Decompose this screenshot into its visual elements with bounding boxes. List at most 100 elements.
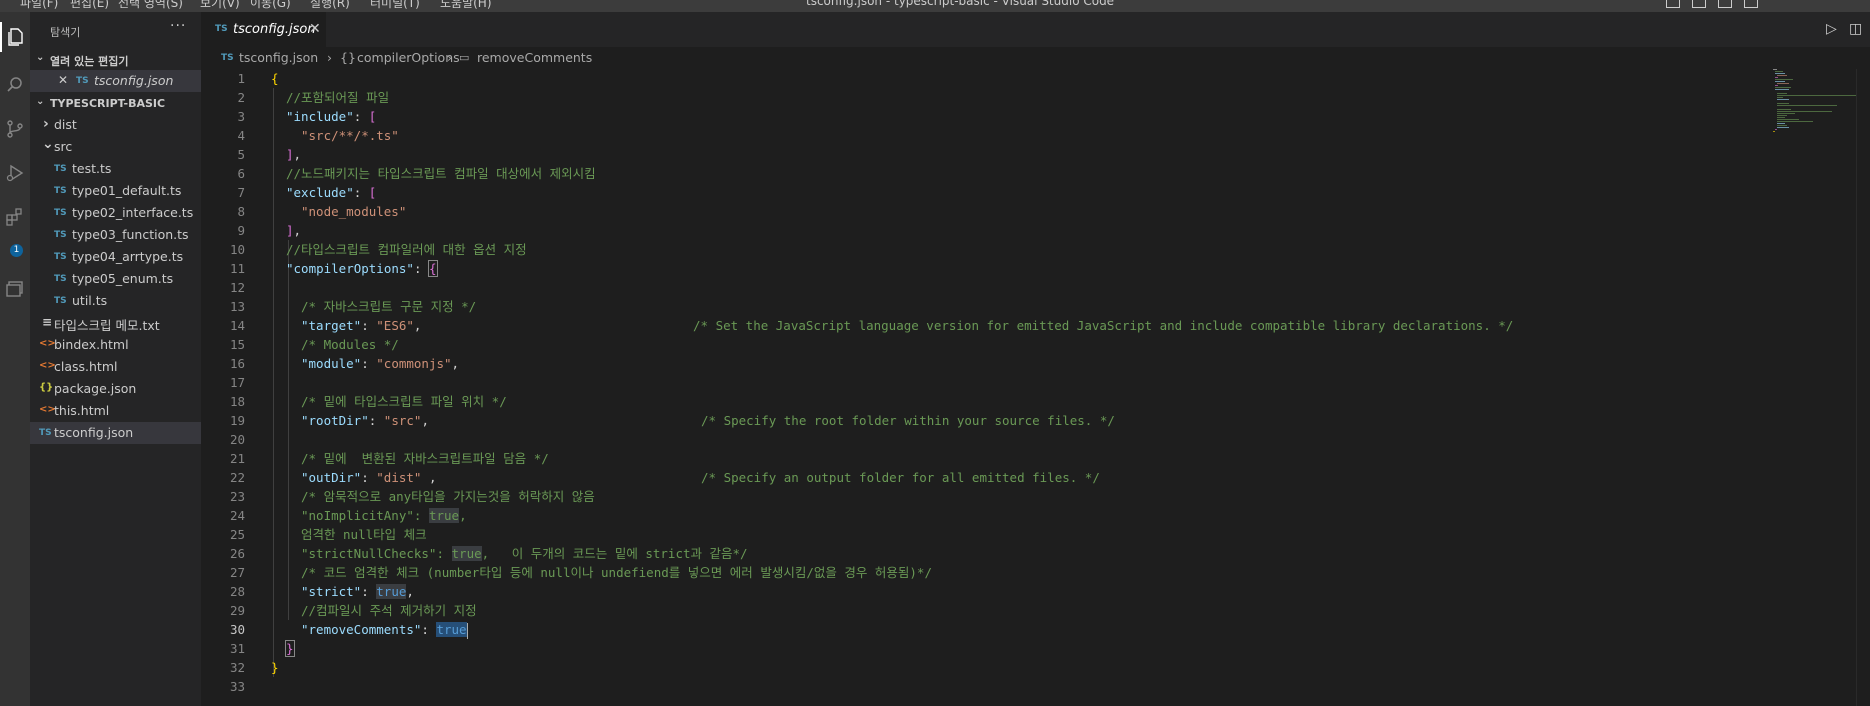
- menu-help[interactable]: 도움말(H): [440, 0, 492, 11]
- tree-folder-dist[interactable]: › dist: [30, 114, 201, 136]
- token-punct: ,: [451, 356, 460, 371]
- token-key: "rootDir": [301, 413, 369, 428]
- line-number: 33: [229, 679, 245, 694]
- split-editor-icon[interactable]: ◫: [1849, 21, 1862, 37]
- breadcrumb: TS tsconfig.json › {} compilerOptions › …: [201, 47, 1870, 69]
- search-icon[interactable]: [0, 70, 30, 100]
- chevron-right-icon: ›: [43, 116, 49, 132]
- tree-item-label: type05_enum.ts: [72, 271, 174, 286]
- line-number: 16: [229, 356, 245, 371]
- token-brace: {: [271, 71, 279, 86]
- extensions-icon[interactable]: [0, 202, 30, 232]
- run-icon[interactable]: ▷: [1826, 21, 1837, 37]
- minimap-line: [1777, 115, 1787, 116]
- tree-file-test[interactable]: TS test.ts: [30, 158, 201, 180]
- token-bracket: ]: [286, 147, 294, 162]
- menu-selection[interactable]: 선택 영역(S): [118, 0, 183, 11]
- minimap-line: [1775, 85, 1778, 86]
- json-file-icon: {}: [39, 382, 54, 393]
- code-line: "include": [: [286, 107, 376, 126]
- token-brace-matched: }: [285, 640, 295, 657]
- close-icon[interactable]: ✕: [309, 21, 321, 37]
- minimap-line: [1775, 87, 1791, 88]
- token-key: "include": [286, 109, 354, 124]
- remote-explorer-icon[interactable]: [0, 274, 30, 304]
- tree-file-bindex[interactable]: <> bindex.html: [30, 334, 201, 356]
- menu-terminal[interactable]: 터미널(T): [370, 0, 420, 11]
- chevron-down-icon: ⌄: [42, 136, 54, 152]
- line-number: 2: [237, 90, 245, 105]
- breadcrumb-file[interactable]: tsconfig.json: [239, 50, 318, 65]
- menu-view[interactable]: 보기(V): [200, 0, 240, 11]
- token-brace: }: [271, 660, 279, 675]
- tree-file-util[interactable]: TS util.ts: [30, 290, 201, 312]
- vertical-scrollbar[interactable]: [1856, 69, 1870, 706]
- tree-file-type04[interactable]: TS type04_arrtype.ts: [30, 246, 201, 268]
- menu-run[interactable]: 실행(R): [310, 0, 350, 11]
- minimap-line: [1777, 119, 1799, 120]
- minimap[interactable]: [1771, 69, 1857, 139]
- line-number: 7: [237, 185, 245, 200]
- token-comment: 엄격한 null타입 체크: [301, 527, 427, 542]
- line-number: 3: [237, 109, 245, 124]
- more-actions-icon[interactable]: ···: [170, 18, 186, 34]
- toggle-panel-icon[interactable]: [1692, 0, 1706, 8]
- line-number: 13: [229, 299, 245, 314]
- code-line: /* 밑에 타입스크립트 파일 위치 */: [301, 392, 507, 411]
- menu-file[interactable]: 파일(F): [20, 0, 58, 11]
- open-editor-item[interactable]: ✕ TS tsconfig.json: [30, 70, 201, 92]
- tree-file-memo[interactable]: ≡ 타입스크립 메모.txt: [30, 312, 201, 334]
- tree-file-tsconfig[interactable]: TS tsconfig.json: [30, 422, 201, 444]
- tree-item-label: dist: [54, 117, 77, 132]
- tree-file-type02[interactable]: TS type02_interface.ts: [30, 202, 201, 224]
- token-comment: /* 자바스크립트 구문 지정 */: [301, 299, 477, 314]
- minimap-line: [1775, 77, 1778, 78]
- minimap-line: [1777, 95, 1857, 96]
- minimap-line: [1773, 69, 1777, 70]
- token-bracket: [: [368, 109, 377, 124]
- tree-file-type05[interactable]: TS type05_enum.ts: [30, 268, 201, 290]
- tab-tsconfig[interactable]: TS tsconfig.json ✕: [201, 12, 326, 47]
- code-line: /* 밑에 변환된 자바스크립트파일 담음 */: [301, 449, 549, 468]
- tree-file-package[interactable]: {} package.json: [30, 378, 201, 400]
- close-icon[interactable]: ✕: [58, 73, 68, 87]
- minimap-line: [1777, 93, 1787, 94]
- toggle-sidebar-icon[interactable]: [1666, 0, 1680, 8]
- minimap-line: [1777, 75, 1787, 76]
- minimap-line: [1777, 121, 1813, 122]
- token-key: "outDir": [301, 470, 362, 485]
- code-line: "noImplicitAny": true,: [301, 506, 467, 525]
- code-line-comment: /* Specify an output folder for all emit…: [701, 468, 1100, 487]
- code-line: "strict": true,: [301, 582, 414, 601]
- tree-file-type01[interactable]: TS type01_default.ts: [30, 180, 201, 202]
- customize-layout-icon[interactable]: [1744, 0, 1758, 8]
- project-section[interactable]: ⌄ TYPESCRIPT-BASIC: [30, 94, 201, 114]
- tree-file-this[interactable]: <> this.html: [30, 400, 201, 422]
- tree-file-class[interactable]: <> class.html: [30, 356, 201, 378]
- source-control-icon[interactable]: [0, 114, 30, 144]
- code-line: }: [285, 639, 295, 658]
- code-line: {: [271, 69, 279, 88]
- run-debug-icon[interactable]: [0, 158, 30, 188]
- typescript-icon: TS: [215, 24, 228, 34]
- typescript-icon: TS: [54, 296, 67, 306]
- open-editors-section[interactable]: ⌄ 열려 있는 편집기: [30, 50, 201, 70]
- tree-file-type03[interactable]: TS type03_function.ts: [30, 224, 201, 246]
- code-editor[interactable]: 1 2 3 4 5 6 7 8 9 10 11 12 13 14 15 16 17 18 19 20 21 22 23 24 2…: [201, 69, 1771, 706]
- toggle-secondary-sidebar-icon[interactable]: [1718, 0, 1732, 8]
- typescript-icon: TS: [54, 186, 67, 196]
- token-comment: //컴파일시 주석 제거하기 지정: [301, 603, 477, 618]
- code-line: "strictNullChecks": true, 이 두개의 코드는 밑에 s…: [301, 544, 748, 563]
- token-key: "compilerOptions": [286, 261, 414, 276]
- line-number: 19: [229, 413, 245, 428]
- tab-label: tsconfig.json: [233, 22, 316, 37]
- line-number: 9: [237, 223, 245, 238]
- breadcrumb-property[interactable]: removeComments: [477, 50, 592, 65]
- text-cursor: [466, 622, 468, 639]
- tree-folder-src[interactable]: ⌄ src: [30, 136, 201, 158]
- typescript-icon: TS: [54, 252, 67, 262]
- breadcrumb-object[interactable]: compilerOptions: [357, 50, 460, 65]
- explorer-icon[interactable]: [0, 22, 30, 52]
- menu-go[interactable]: 이동(G): [250, 0, 291, 11]
- menu-edit[interactable]: 편집(E): [70, 0, 109, 11]
